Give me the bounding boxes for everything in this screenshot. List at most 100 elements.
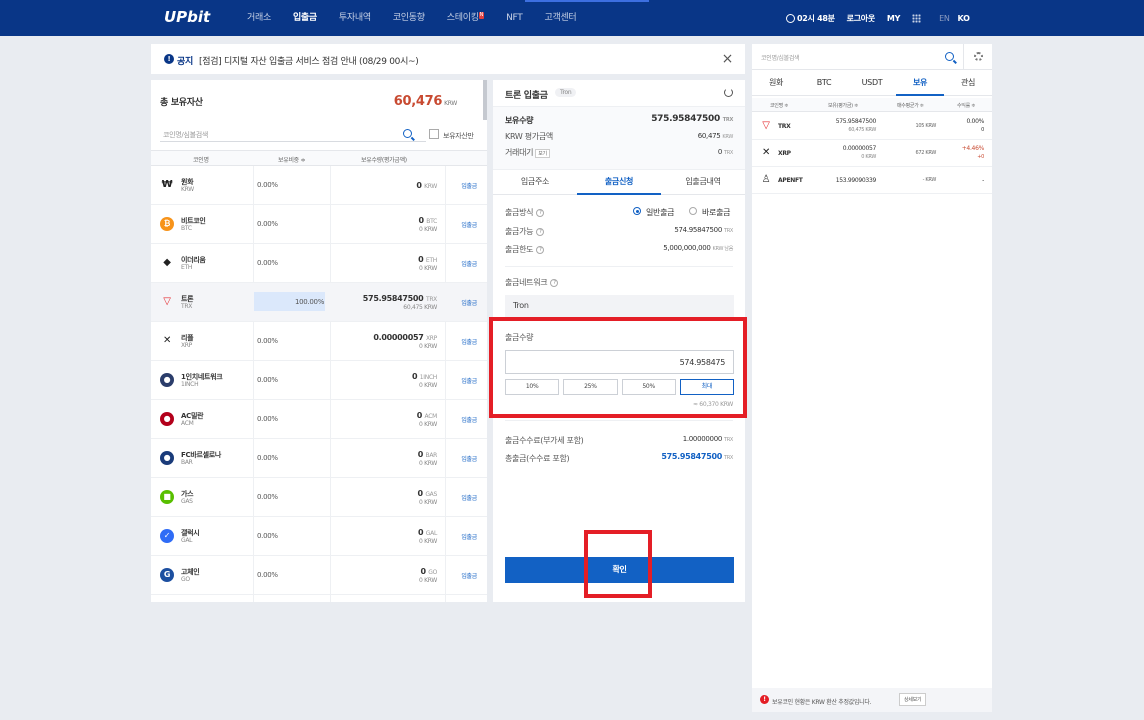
- available-value: 574.95847500 TRX: [674, 226, 733, 234]
- network-select[interactable]: Tron: [505, 295, 734, 317]
- asset-row[interactable]: ₩ 원화 KRW 0.00% 0 KRW 입출금: [151, 166, 487, 205]
- col-holdings[interactable]: 보유수량(평가금액): [361, 155, 407, 164]
- asset-row[interactable]: ● AC밀란 ACM 0.00% 0 ACM 0 KRW 입출금: [151, 400, 487, 439]
- coin-ratio: 0.00%: [257, 493, 278, 501]
- refresh-icon[interactable]: [724, 88, 733, 97]
- available-label: 출금가능?: [505, 226, 545, 237]
- deposit-withdraw-link[interactable]: 입출금: [461, 493, 477, 502]
- coin-amount: 0 GO: [420, 567, 437, 576]
- asset-row[interactable]: ▽ 트론 TRX 100.00% 575.95847500 TRX 60,475 KRW 입…: [151, 283, 487, 322]
- logout-link[interactable]: 로그아웃: [847, 13, 876, 24]
- col-held[interactable]: 보유(평가금) ≑: [828, 102, 858, 109]
- method-normal-radio[interactable]: [633, 207, 641, 215]
- fee-label: 출금수수료(부가세 포함): [505, 436, 584, 445]
- help-icon[interactable]: ?: [550, 278, 559, 287]
- coin-ratio: 0.00%: [257, 259, 278, 267]
- tab-favorites[interactable]: 관심: [944, 70, 992, 95]
- menu-coin-trends[interactable]: 코인동향: [382, 0, 436, 36]
- lang-ko[interactable]: KO: [958, 14, 970, 23]
- col-avg[interactable]: 매수평균가 ≑: [897, 102, 924, 109]
- deposit-withdraw-link[interactable]: 입출금: [461, 415, 477, 424]
- tab-btc[interactable]: BTC: [800, 70, 848, 95]
- my-link[interactable]: MY: [887, 14, 900, 23]
- coin-amount: 0 BTC: [418, 216, 437, 225]
- menu-investments[interactable]: 투자내역: [328, 0, 382, 36]
- method-instant-label[interactable]: 바로출금: [702, 207, 731, 218]
- coin-icon: ✕: [162, 335, 172, 346]
- market-row[interactable]: ♙ APENFT 153.99090339 - KRW -: [752, 167, 992, 194]
- coin-symbol: BTC: [181, 225, 192, 232]
- asset-row[interactable]: ■ 가스 GAS 0.00% 0 GAS 0 KRW 입출금: [151, 478, 487, 517]
- deposit-withdraw-link[interactable]: 입출금: [461, 571, 477, 580]
- asset-row[interactable]: G 고체인 GO 0.00% 0 GO 0 KRW 입출금: [151, 556, 487, 595]
- coin-icon: ◆: [163, 257, 171, 268]
- coin-krw-value: 0 KRW: [418, 421, 437, 428]
- details-button[interactable]: 상세보기: [899, 693, 927, 706]
- lang-en[interactable]: EN: [939, 14, 950, 23]
- coin-krw-value: 0 KRW: [418, 382, 437, 389]
- tab-krw[interactable]: 원화: [752, 70, 800, 95]
- tab-deposit-address[interactable]: 입금주소: [493, 170, 577, 194]
- tab-usdt[interactable]: USDT: [848, 70, 896, 95]
- menu-support[interactable]: 고객센터: [533, 0, 587, 36]
- notice-text[interactable]: [점검] 디지털 자산 입출금 서비스 점검 안내 (08/29 00시~): [199, 54, 419, 67]
- menu-exchange[interactable]: 거래소: [236, 0, 282, 36]
- pending-value: 0 TRX: [717, 148, 733, 156]
- menu-nft[interactable]: NFT: [495, 0, 533, 36]
- asset-row[interactable]: ✓ 갤럭시 GAL 0.00% 0 GAL 0 KRW 입출금: [151, 517, 487, 556]
- coin-ratio: 0.00%: [257, 454, 278, 462]
- market-row[interactable]: ▽ TRX 575.95847500 60,475 KRW 105 KRW 0.00% 0: [752, 113, 992, 140]
- apps-grid-icon[interactable]: [912, 13, 922, 23]
- menu-deposit-withdraw[interactable]: 입출금: [282, 0, 328, 36]
- asset-row[interactable]: ◆ 이더리움 ETH 0.00% 0 ETH 0 KRW 입출금: [151, 244, 487, 283]
- col-coin-name[interactable]: 코인명: [193, 155, 209, 164]
- asset-row[interactable]: ● 1인치네트워크 1INCH 0.00% 0 1INCH 0 KRW 입출금: [151, 361, 487, 400]
- help-icon[interactable]: ?: [536, 245, 545, 254]
- krw-eval-label: KRW 평가금액: [505, 132, 553, 141]
- help-icon[interactable]: ?: [536, 227, 545, 236]
- help-icon[interactable]: ?: [536, 208, 545, 217]
- held-only-checkbox[interactable]: [429, 129, 439, 139]
- deposit-withdraw-link[interactable]: 입출금: [461, 454, 477, 463]
- deposit-withdraw-link[interactable]: 입출금: [461, 532, 477, 541]
- asset-row[interactable]: ₿ 비트코인 BTC 0.00% 0 BTC 0 KRW 입출금: [151, 205, 487, 244]
- method-instant-radio[interactable]: [689, 207, 697, 215]
- asset-row[interactable]: ● FC바르셀로나 BAR 0.00% 0 BAR 0 KRW 입출금: [151, 439, 487, 478]
- coin-krw-value: 0 KRW: [418, 577, 437, 584]
- deposit-withdraw-link[interactable]: 입출금: [461, 337, 477, 346]
- deposit-withdraw-link[interactable]: 입출금: [461, 259, 477, 268]
- market-row[interactable]: ✕ XRP 0.00000057 0 KRW 672 KRW +4.46% +0: [752, 140, 992, 167]
- col-return[interactable]: 수익률 ≑: [957, 102, 975, 109]
- asset-row[interactable]: ✕ 리플 XRP 0.00% 0.00000057 XRP 0 KRW 입출금: [151, 322, 487, 361]
- session-timer[interactable]: 02시 48분: [786, 13, 835, 24]
- asset-search-input[interactable]: 코인명/심볼검색: [160, 128, 426, 142]
- col-ratio[interactable]: 보유비중 ≑: [278, 155, 306, 164]
- tab-holdings[interactable]: 보유: [896, 70, 944, 96]
- deposit-withdraw-link[interactable]: 입출금: [461, 181, 477, 190]
- pending-view-button[interactable]: 보기: [535, 149, 550, 158]
- scrollbar-thumb[interactable]: [483, 80, 487, 120]
- upbit-logo[interactable]: UPbit: [164, 8, 210, 26]
- search-icon[interactable]: [403, 129, 412, 138]
- tab-history[interactable]: 입출금내역: [661, 170, 745, 194]
- coin-krw-value: 0 KRW: [418, 460, 437, 467]
- col-coin[interactable]: 코인명 ≑: [770, 102, 788, 109]
- nav-right: 02시 48분 로그아웃 MY EN KO: [786, 0, 982, 36]
- total-assets-value: 60,476 KRW: [393, 94, 458, 109]
- deposit-withdraw-link[interactable]: 입출금: [461, 376, 477, 385]
- deposit-withdraw-link[interactable]: 입출금: [461, 220, 477, 229]
- held-only-label[interactable]: 보유자산만: [443, 131, 474, 141]
- search-icon[interactable]: [945, 52, 954, 61]
- gear-icon[interactable]: [974, 52, 983, 61]
- deposit-withdraw-link[interactable]: 입출금: [461, 298, 477, 307]
- coin-symbol: GO: [181, 576, 190, 583]
- coin-ratio: 0.00%: [257, 571, 278, 579]
- tab-withdraw-request[interactable]: 출금신청: [577, 170, 661, 195]
- coin-symbol: KRW: [181, 186, 194, 193]
- market-search-input[interactable]: 코인명/심볼검색: [752, 44, 992, 70]
- method-normal-label[interactable]: 일반출금: [646, 207, 675, 218]
- close-icon[interactable]: ×: [722, 51, 734, 67]
- held-krw: 60,475 KRW: [848, 127, 876, 133]
- avg-price: 105 KRW: [915, 123, 936, 129]
- menu-staking[interactable]: 스테이킹N: [436, 0, 495, 36]
